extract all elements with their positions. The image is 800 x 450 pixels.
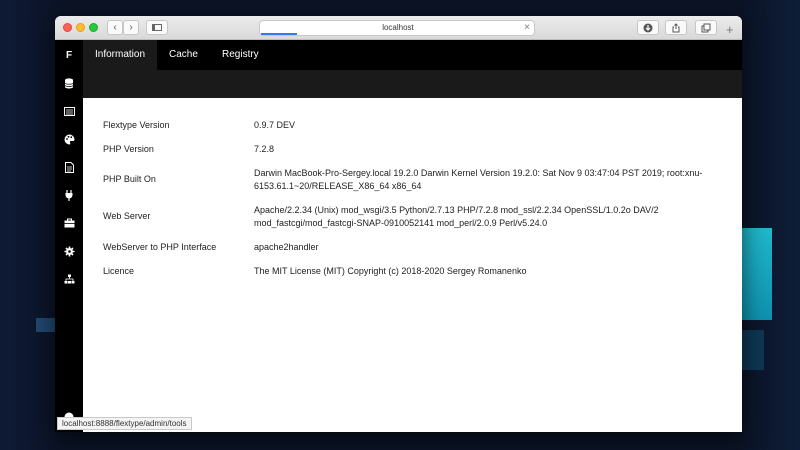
new-tab-icon[interactable]: + [726,22,734,37]
tab-registry[interactable]: Registry [210,40,271,70]
download-icon [643,23,653,33]
chevron-right-icon: › [129,22,133,33]
database-icon[interactable] [62,76,76,90]
zoom-window-button[interactable] [89,23,98,32]
sub-toolbar [83,70,742,98]
info-label: Licence [103,266,135,276]
info-value: The MIT License (MIT) Copyright (c) 2018… [254,266,527,276]
desktop-decoration [742,330,764,370]
toolbox-icon[interactable] [62,216,76,230]
share-icon [672,23,680,33]
admin-sidebar: F [55,40,83,432]
page-load-progress [261,33,297,35]
minimize-window-button[interactable] [76,23,85,32]
close-window-button[interactable] [63,23,72,32]
tabs-overview-button[interactable] [695,20,717,35]
desktop-decoration [742,228,772,320]
info-label: PHP Version [103,144,154,154]
brand-logo[interactable]: F [55,50,83,61]
sidebar-toggle-button[interactable] [146,20,168,35]
info-label: Web Server [103,211,151,221]
flextype-admin: F Information Cache Registry Flextype Ve… [55,40,742,432]
list-icon[interactable] [62,104,76,118]
address-text: localhost [382,23,414,32]
palette-icon[interactable] [62,132,76,146]
downloads-button[interactable] [637,20,659,35]
info-label: WebServer to PHP Interface [103,242,217,252]
share-button[interactable] [665,20,687,35]
forward-button[interactable]: › [123,20,139,35]
sitemap-icon[interactable] [62,272,76,286]
tabs-icon [701,23,711,33]
sidebar-icon [152,24,162,31]
information-panel: Flextype Version 0.9.7 DEV PHP Version 7… [83,98,742,432]
chevron-left-icon: ‹ [113,22,117,33]
plug-icon[interactable] [62,188,76,202]
info-value: 0.9.7 DEV [254,120,296,130]
info-value: Darwin MacBook-Pro-Sergey.local 19.2.0 D… [254,168,703,191]
status-bar-url: localhost:8888/flextype/admin/tools [57,417,192,430]
back-button[interactable]: ‹ [107,20,123,35]
browser-toolbar: ‹ › localhost × + [55,16,742,40]
gear-icon[interactable] [62,244,76,258]
browser-window: ‹ › localhost × + F Information Cache Re… [55,16,742,432]
stop-loading-icon[interactable]: × [524,22,530,33]
info-value: Apache/2.2.34 (Unix) mod_wsgi/3.5 Python… [254,205,659,228]
file-icon[interactable] [62,160,76,174]
info-label: Flextype Version [103,120,170,130]
tab-cache[interactable]: Cache [157,40,210,70]
info-label: PHP Built On [103,174,156,184]
top-navigation: Information Cache Registry [83,40,742,70]
info-value: apache2handler [254,242,319,252]
desktop-decoration [36,318,56,332]
address-bar[interactable]: localhost × [259,20,535,36]
info-value: 7.2.8 [254,144,275,154]
tab-information[interactable]: Information [83,40,157,70]
